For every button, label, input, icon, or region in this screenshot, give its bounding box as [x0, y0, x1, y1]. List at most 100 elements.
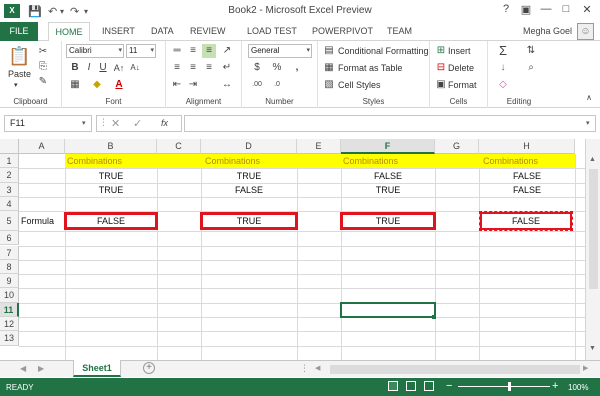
cell-h3[interactable]: FALSE: [479, 183, 575, 197]
paste-button[interactable]: Paste: [8, 69, 31, 79]
prev-sheet-icon[interactable]: ◀: [20, 364, 26, 373]
cell-d1[interactable]: Combinations: [201, 154, 297, 168]
row-header-6[interactable]: 6: [0, 231, 19, 246]
name-box[interactable]: F11: [4, 115, 92, 132]
cell-b1[interactable]: Combinations: [65, 154, 157, 168]
new-sheet-icon[interactable]: +: [143, 362, 155, 374]
scroll-up-icon[interactable]: ▲: [589, 156, 596, 163]
percent-icon[interactable]: %: [270, 61, 284, 75]
grow-font-icon[interactable]: A↑: [112, 61, 126, 75]
cell-d2[interactable]: TRUE: [201, 169, 297, 183]
tab-split-icon[interactable]: ⋮: [300, 363, 309, 374]
scroll-down-icon[interactable]: ▼: [589, 345, 596, 352]
find-select-icon[interactable]: ⌕: [524, 61, 538, 75]
cell-f5[interactable]: TRUE: [341, 214, 435, 228]
help-icon[interactable]: ?: [496, 3, 516, 15]
paste-dropdown-icon[interactable]: ▾: [14, 81, 18, 89]
collapse-ribbon-icon[interactable]: ∧: [582, 91, 596, 105]
top-align-icon[interactable]: ═: [170, 44, 184, 58]
autosum-icon[interactable]: Σ: [496, 44, 510, 58]
format-as-table-button[interactable]: Format as Table: [338, 63, 402, 73]
cell-d3[interactable]: FALSE: [201, 183, 297, 197]
row-header-9[interactable]: 9: [0, 274, 19, 289]
zoom-slider-thumb[interactable]: [508, 382, 511, 391]
row-header-1[interactable]: 1: [0, 154, 19, 169]
row-header-11[interactable]: 11: [0, 302, 19, 317]
column-header-c[interactable]: C: [157, 139, 201, 154]
formula-input[interactable]: [184, 115, 596, 132]
ribbon-display-icon[interactable]: ▣: [516, 3, 536, 16]
select-all-button[interactable]: [0, 139, 19, 154]
zoom-level[interactable]: 100%: [568, 383, 588, 392]
column-header-g[interactable]: G: [435, 139, 479, 154]
conditional-formatting-button[interactable]: Conditional Formatting: [338, 46, 429, 56]
cell-h5[interactable]: FALSE: [479, 214, 573, 228]
cell-h2[interactable]: FALSE: [479, 169, 575, 183]
font-size-select[interactable]: 11 ▾: [126, 44, 156, 58]
cancel-entry-icon[interactable]: ✕: [111, 117, 120, 130]
page-layout-icon[interactable]: [406, 381, 416, 391]
minimize-icon[interactable]: —: [536, 3, 556, 15]
horizontal-scroll-thumb[interactable]: [330, 365, 580, 374]
merge-center-icon[interactable]: ↔: [220, 78, 234, 92]
page-break-preview-icon[interactable]: [424, 381, 434, 391]
tab-insert[interactable]: INSERT: [102, 26, 135, 36]
column-header-f[interactable]: F: [341, 139, 435, 154]
insert-function-icon[interactable]: fx: [161, 118, 168, 128]
cell-b2[interactable]: TRUE: [65, 169, 157, 183]
italic-icon[interactable]: I: [82, 61, 96, 75]
expand-formula-bar-icon[interactable]: ▾: [586, 119, 590, 127]
column-header-d[interactable]: D: [201, 139, 297, 154]
currency-icon[interactable]: $: [250, 61, 264, 75]
number-format-select[interactable]: General ▾: [248, 44, 312, 58]
row-header-13[interactable]: 13: [0, 331, 19, 346]
tab-file[interactable]: FILE: [0, 22, 38, 41]
tab-team[interactable]: TEAM: [387, 26, 412, 36]
cut-icon[interactable]: ✂: [36, 45, 50, 59]
avatar[interactable]: ☺: [577, 23, 594, 40]
row-header-4[interactable]: 4: [0, 196, 19, 212]
vertical-scrollbar[interactable]: ▲ ▼: [585, 139, 600, 360]
format-button[interactable]: Format: [448, 80, 477, 90]
column-header-h[interactable]: H: [479, 139, 575, 154]
copy-icon[interactable]: ⎘: [36, 60, 50, 74]
fill-handle[interactable]: [432, 314, 436, 319]
cell-b3[interactable]: TRUE: [65, 183, 157, 197]
sheet-tab-sheet1[interactable]: Sheet1: [73, 360, 121, 377]
zoom-out-icon[interactable]: −: [446, 380, 452, 392]
tab-data[interactable]: DATA: [151, 26, 174, 36]
scroll-thumb[interactable]: [589, 169, 598, 289]
tab-home[interactable]: HOME: [48, 22, 90, 42]
font-color-icon[interactable]: A: [112, 78, 126, 92]
font-name-select[interactable]: Calibri ▾: [66, 44, 124, 58]
decrease-decimal-icon[interactable]: .0: [270, 78, 284, 92]
align-right-icon[interactable]: ≡: [202, 61, 216, 75]
normal-view-icon[interactable]: [388, 381, 398, 391]
fill-icon[interactable]: ↓: [496, 61, 510, 75]
fill-color-icon[interactable]: ◆: [90, 78, 104, 92]
row-header-12[interactable]: 12: [0, 317, 19, 332]
cell-a5[interactable]: Formula: [19, 214, 65, 228]
comma-style-icon[interactable]: ,: [290, 61, 304, 75]
shrink-font-icon[interactable]: A↓: [128, 61, 142, 75]
row-header-3[interactable]: 3: [0, 182, 19, 197]
decrease-indent-icon[interactable]: ⇤: [170, 78, 184, 92]
increase-decimal-icon[interactable]: .00: [250, 78, 264, 92]
center-icon[interactable]: ≡: [186, 61, 200, 75]
cell-f2[interactable]: FALSE: [341, 169, 435, 183]
cell-f3[interactable]: TRUE: [341, 183, 435, 197]
column-header-a[interactable]: A: [19, 139, 65, 154]
insert-button[interactable]: Insert: [448, 46, 471, 56]
bold-icon[interactable]: B: [68, 61, 82, 75]
sort-filter-icon[interactable]: ⇅: [524, 44, 538, 58]
column-header-e[interactable]: E: [297, 139, 341, 154]
cell-d5[interactable]: TRUE: [201, 214, 297, 228]
bottom-align-icon[interactable]: ≡: [202, 44, 216, 58]
increase-indent-icon[interactable]: ⇥: [186, 78, 200, 92]
borders-icon[interactable]: ▦: [68, 78, 82, 92]
column-header-b[interactable]: B: [65, 139, 157, 154]
cell-f1[interactable]: Combinations: [341, 154, 435, 168]
tab-powerpivot[interactable]: POWERPIVOT: [312, 26, 373, 36]
zoom-slider[interactable]: [458, 386, 550, 387]
active-cell-f11[interactable]: [340, 301, 436, 318]
